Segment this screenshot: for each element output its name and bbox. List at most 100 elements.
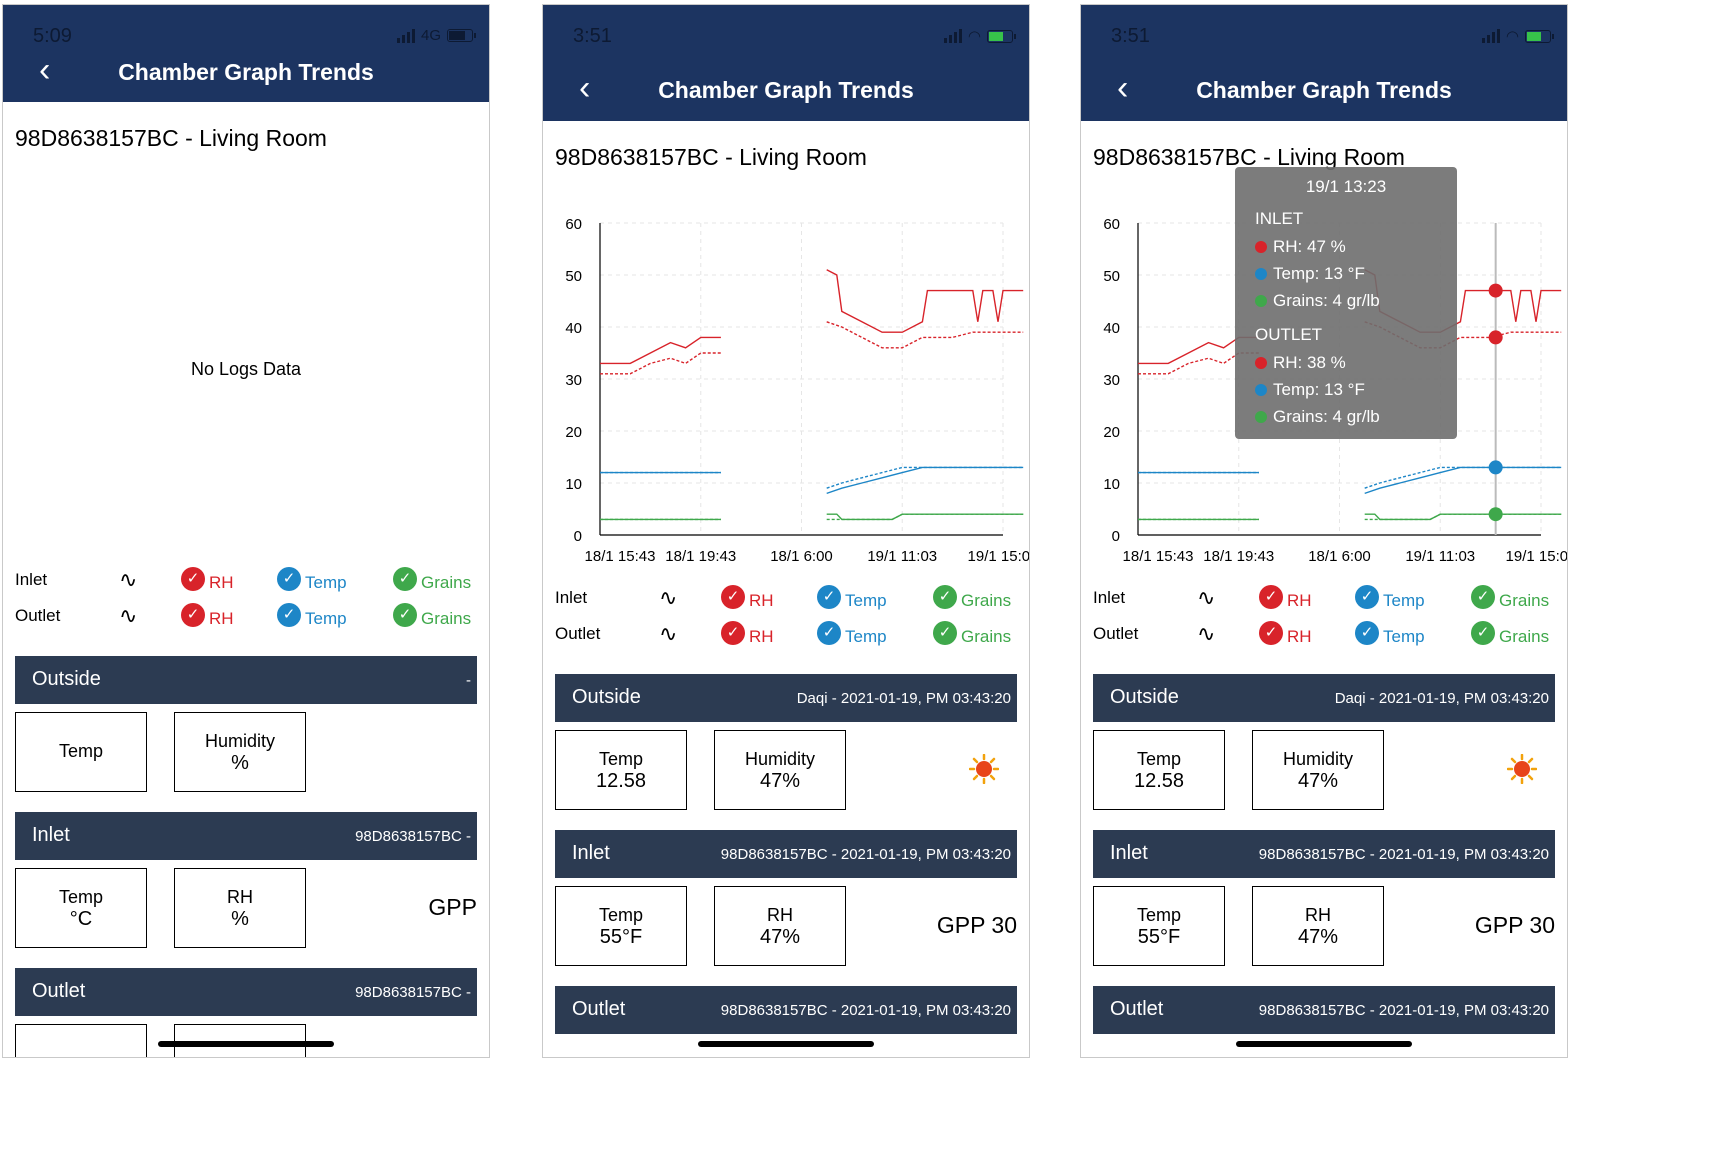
solid-line-icon: ∿	[119, 567, 138, 592]
legend-row-outlet: Outlet ∿ ✓ RH ✓ Temp ✓ Grains	[555, 619, 1021, 649]
y-tick-label: 20	[565, 424, 582, 441]
checkmark-icon: ✓	[721, 621, 745, 645]
series-line-inlet-temp	[1364, 466, 1562, 495]
series-line-outlet-rh	[826, 321, 1024, 349]
battery-icon	[447, 29, 476, 42]
toggle-outlet-rh[interactable]: ✓ RH	[721, 619, 774, 647]
battery-icon	[987, 29, 1016, 43]
toggle-outlet-temp[interactable]: ✓ Temp	[817, 619, 887, 647]
section-info: 98D8638157BC - 2021-01-19, PM 03:43:20	[720, 1002, 1011, 1019]
toggle-outlet-rh[interactable]: ✓ RH	[1259, 619, 1312, 647]
marker-inlet-rh	[1488, 283, 1503, 298]
toggle-inlet-rh[interactable]: ✓ RH	[721, 583, 774, 611]
x-tick-label: 19/1 15:03	[968, 548, 1030, 565]
legend-row-inlet: Inlet ∿ ✓ RH ✓ Temp ✓ Grains	[1093, 583, 1559, 613]
toggle-outlet-temp[interactable]: ✓ Temp	[1355, 619, 1425, 647]
status-time: 3:51	[573, 25, 612, 47]
section-outlet: Outlet 98D8638157BC - 2021-01-19, PM 03:…	[555, 986, 1017, 1034]
x-tick-label: 19/1 11:03	[867, 548, 937, 565]
y-tick-label: 30	[1103, 372, 1120, 389]
toggle-inlet-grains[interactable]: ✓ Grains	[933, 583, 1011, 611]
toggle-inlet-temp[interactable]: ✓ Temp	[1355, 583, 1425, 611]
toggle-inlet-rh[interactable]: ✓ RH	[1259, 583, 1312, 611]
screen-no-data: 5:09 4G ‹ Chamber Graph Trends 98D863815…	[2, 4, 490, 1058]
x-tick-label: 18/1 6:00	[1308, 548, 1371, 565]
home-indicator[interactable]	[158, 1041, 334, 1047]
checkmark-icon: ✓	[1259, 621, 1283, 645]
outside-temp-card: Temp 12.58	[555, 730, 687, 810]
toggle-outlet-temp[interactable]: ✓ Temp	[277, 601, 347, 629]
gpp-value: GPP 30	[936, 912, 1017, 938]
home-indicator[interactable]	[1236, 1041, 1412, 1047]
y-tick-label: 40	[565, 320, 582, 337]
home-indicator[interactable]	[698, 1041, 874, 1047]
legend-row-inlet: Inlet ∿ ✓ RH ✓ Temp ✓ Grains	[555, 583, 1021, 613]
app-header: 3:51 ◠ ‹ Chamber Graph Trends	[543, 5, 1029, 121]
tooltip-outlet-title: OUTLET	[1255, 325, 1323, 344]
x-tick-label: 19/1 15:03	[1506, 548, 1568, 565]
outside-humidity-card: Humidity 47%	[1252, 730, 1384, 810]
checkmark-icon: ✓	[393, 603, 417, 627]
legend-row-outlet: Outlet ∿ ✓ RH ✓ Temp ✓ Grains	[1093, 619, 1559, 649]
outlet-card	[15, 1024, 147, 1057]
red-dot-icon	[1255, 241, 1267, 253]
toggle-outlet-grains[interactable]: ✓ Grains	[933, 619, 1011, 647]
screen-chart-tooltip: 3:51 ◠ ‹ Chamber Graph Trends 98D8638157…	[1080, 4, 1568, 1058]
section-title: Inlet	[572, 842, 610, 864]
series-legend: Inlet ∿ ✓ RH ✓ Temp ✓ Grains Outlet ∿ ✓ RH ✓…	[1093, 583, 1559, 657]
trend-chart[interactable]: 0 10 20 30 40 50 60 18/1 15:43 18/1 19:43 18/1 6:…	[543, 201, 1030, 581]
dotted-line-icon: ∿	[659, 621, 678, 646]
checkmark-icon: ✓	[277, 567, 301, 591]
battery-icon	[1525, 29, 1554, 43]
section-info: 98D8638157BC -	[355, 984, 471, 1001]
solid-line-icon: ∿	[1197, 585, 1216, 610]
checkmark-icon: ✓	[1471, 585, 1495, 609]
checkmark-icon: ✓	[181, 603, 205, 627]
solid-line-icon: ∿	[659, 585, 678, 610]
inlet-rh-card: RH %	[174, 868, 306, 948]
section-info: Daqi - 2021-01-19, PM 03:43:20	[1334, 690, 1549, 707]
toggle-inlet-grains[interactable]: ✓ Grains	[393, 565, 471, 593]
checkmark-icon: ✓	[393, 567, 417, 591]
legend-label-inlet: Inlet	[555, 588, 588, 607]
toggle-inlet-temp[interactable]: ✓ Temp	[817, 583, 887, 611]
y-tick-label: 20	[1103, 424, 1120, 441]
toggle-outlet-grains[interactable]: ✓ Grains	[1471, 619, 1549, 647]
series-line-inlet-rh	[600, 336, 721, 365]
checkmark-icon: ✓	[817, 585, 841, 609]
inlet-temp-card: Temp °C	[15, 868, 147, 948]
y-tick-label: 0	[1112, 528, 1120, 545]
checkmark-icon: ✓	[933, 585, 957, 609]
wifi-icon: ◠	[967, 28, 981, 45]
marker-outlet-rh	[1488, 330, 1503, 345]
y-tick-label: 60	[1103, 216, 1120, 233]
legend-label-outlet: Outlet	[15, 606, 61, 625]
y-tick-label: 40	[1103, 320, 1120, 337]
section-info: Daqi - 2021-01-19, PM 03:43:20	[796, 690, 1011, 707]
section-inlet: Inlet 98D8638157BC - 2021-01-19, PM 03:4…	[1093, 830, 1555, 878]
inlet-rh-card: RH 47%	[1252, 886, 1384, 966]
section-title: Inlet	[32, 824, 70, 846]
checkmark-icon: ✓	[277, 603, 301, 627]
status-time: 3:51	[1111, 25, 1150, 47]
x-tick-label: 19/1 11:03	[1405, 548, 1475, 565]
toggle-outlet-grains[interactable]: ✓ Grains	[393, 601, 471, 629]
toggle-inlet-rh[interactable]: ✓ RH	[181, 565, 234, 593]
y-tick-label: 10	[565, 476, 582, 493]
section-inlet: Inlet 98D8638157BC -	[15, 812, 477, 860]
toggle-inlet-grains[interactable]: ✓ Grains	[1471, 583, 1549, 611]
checkmark-icon: ✓	[721, 585, 745, 609]
series-line-inlet-grains	[1364, 513, 1562, 521]
signal-icon	[1481, 29, 1500, 43]
outside-temp-card: Temp 12.58	[1093, 730, 1225, 810]
toggle-inlet-temp[interactable]: ✓ Temp	[277, 565, 347, 593]
tooltip-inlet-grains: Grains: 4 gr/lb	[1255, 291, 1380, 311]
toggle-outlet-rh[interactable]: ✓ RH	[181, 601, 234, 629]
series-legend: Inlet ∿ ✓ RH ✓ Temp ✓ Grains Outlet ∿ ✓ RH ✓…	[15, 565, 481, 639]
section-info: -	[466, 672, 471, 689]
dotted-line-icon: ∿	[1197, 621, 1216, 646]
checkmark-icon: ✓	[933, 621, 957, 645]
y-tick-label: 60	[565, 216, 582, 233]
network-type: 4G	[420, 27, 441, 44]
outside-temp-card: Temp	[15, 712, 147, 792]
